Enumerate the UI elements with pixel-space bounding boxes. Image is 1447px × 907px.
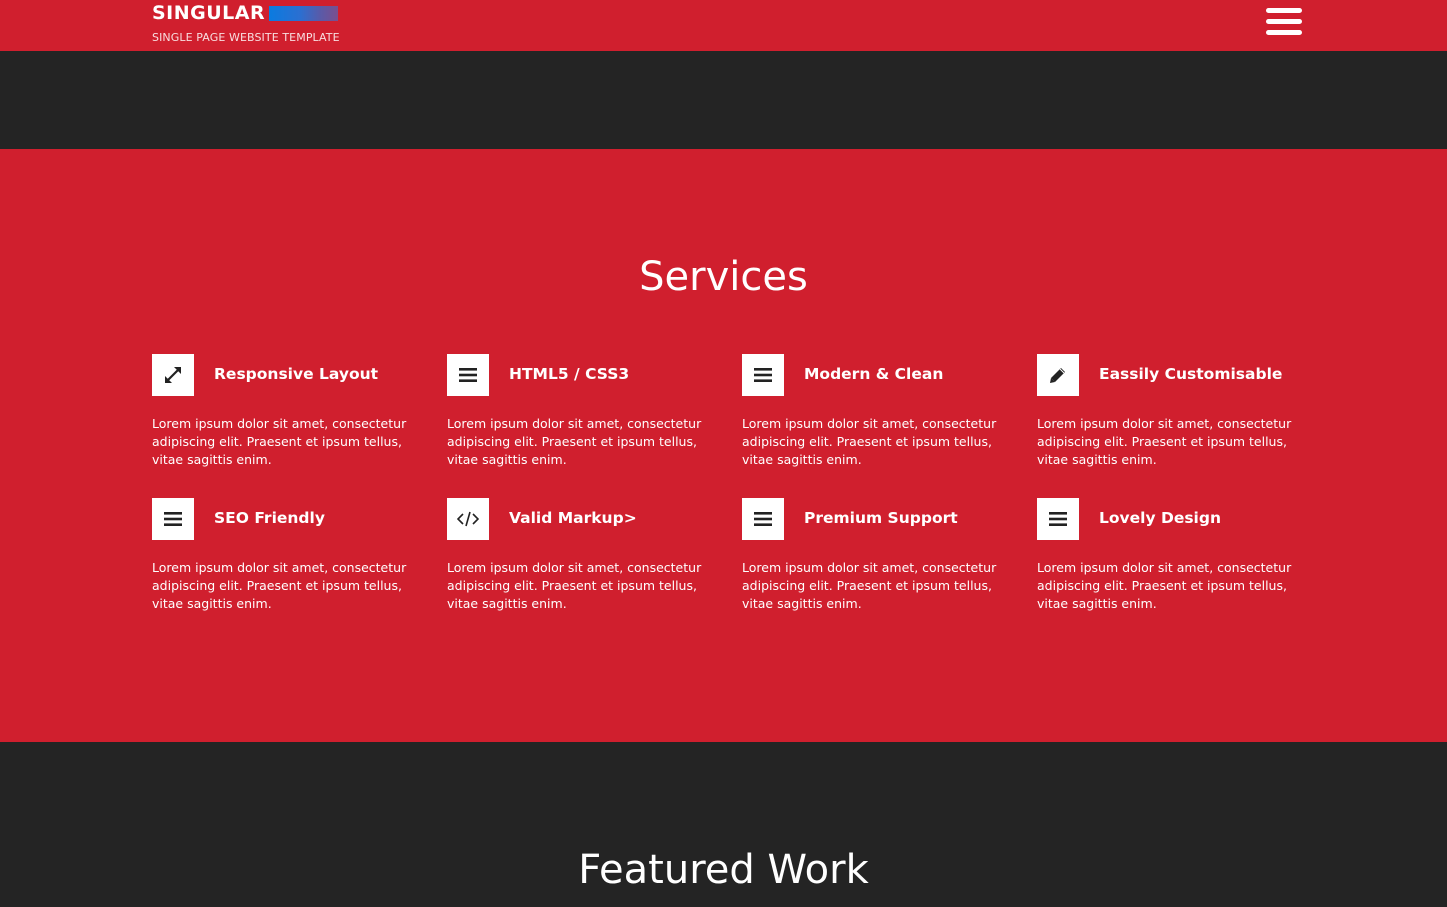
service-description: Lorem ipsum dolor sit amet, consectetur … (152, 560, 407, 611)
service-description: Lorem ipsum dolor sit amet, consectetur … (447, 560, 702, 611)
list-icon (742, 354, 784, 396)
service-title: SEO Friendly (214, 509, 325, 527)
list-icon (447, 354, 489, 396)
list-icon (1037, 498, 1079, 540)
featured-work-heading: Featured Work (578, 847, 869, 893)
service-title: Lovely Design (1099, 509, 1222, 527)
service-title: HTML5 / CSS3 (509, 365, 630, 383)
service-title: Premium Support (804, 509, 958, 527)
featured-work-section: Featured Work (0, 742, 1447, 907)
service-title: Eassily Customisable (1099, 365, 1283, 383)
service-description: Lorem ipsum dolor sit amet, consectetur … (1037, 416, 1292, 467)
brand-color-bar (269, 6, 338, 21)
list-icon (152, 498, 194, 540)
code-icon (447, 498, 489, 540)
brand-logo[interactable]: SINGULAR SINGLE PAGE WEBSITE TEMPLATE (152, 2, 340, 44)
brand-tagline: SINGLE PAGE WEBSITE TEMPLATE (152, 31, 340, 44)
hero-strip (0, 51, 1447, 149)
list-icon (742, 498, 784, 540)
site-header: SINGULAR SINGLE PAGE WEBSITE TEMPLATE (0, 0, 1447, 51)
service-description: Lorem ipsum dolor sit amet, consectetur … (1037, 560, 1292, 611)
hamburger-menu-icon[interactable] (1266, 7, 1304, 38)
service-title: Modern & Clean (804, 365, 944, 383)
services-heading: Services (639, 254, 808, 300)
service-description: Lorem ipsum dolor sit amet, consectetur … (742, 560, 997, 611)
brand-name: SINGULAR (152, 2, 266, 24)
service-title: Valid Markup> (509, 509, 637, 527)
service-description: Lorem ipsum dolor sit amet, consectetur … (447, 416, 702, 467)
services-section: Services Responsive Layout Lorem ipsum d… (0, 149, 1447, 742)
service-title: Responsive Layout (214, 365, 379, 383)
service-description: Lorem ipsum dolor sit amet, consectetur … (742, 416, 997, 467)
expand-arrows-icon (152, 354, 194, 396)
pencil-icon (1037, 354, 1079, 396)
service-description: Lorem ipsum dolor sit amet, consectetur … (152, 416, 407, 467)
